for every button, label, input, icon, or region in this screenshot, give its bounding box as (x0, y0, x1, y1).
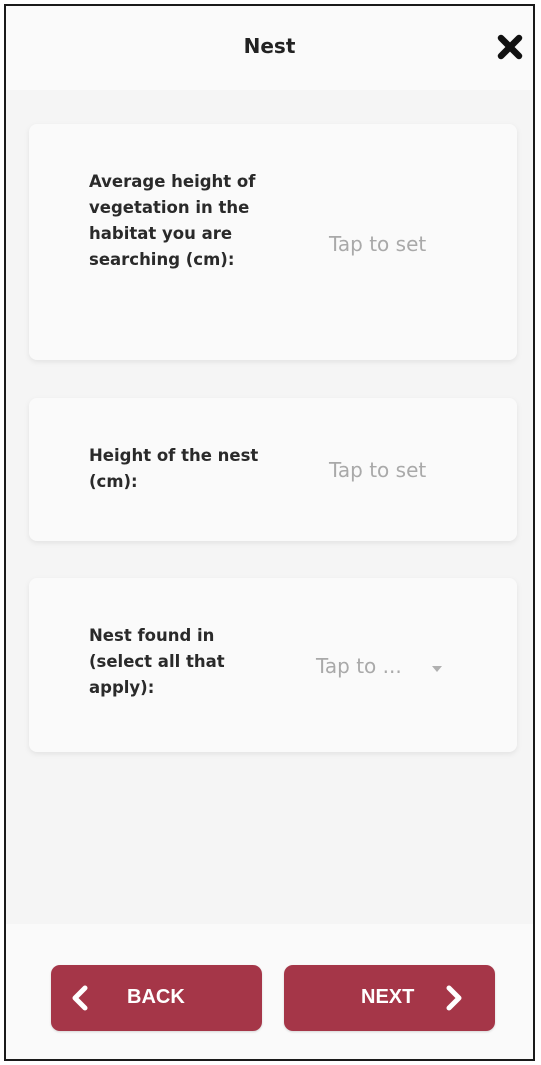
screen-frame: Nest Average height of vegetation in the… (4, 4, 535, 1061)
nest-found-in-dropdown[interactable]: Tap to ... (316, 654, 402, 678)
next-button-label: NEXT (361, 986, 415, 1008)
nest-height-value[interactable]: Tap to set (329, 458, 426, 482)
close-button[interactable] (495, 32, 525, 62)
back-button-label: BACK (127, 986, 185, 1008)
chevron-left-icon (72, 985, 88, 1011)
vegetation-height-value[interactable]: Tap to set (329, 232, 426, 256)
dropdown-arrow-icon (432, 666, 442, 672)
nest-found-in-label: Nest found in (select all that apply): (89, 626, 225, 697)
header-bar: Nest (6, 6, 533, 90)
vegetation-height-card[interactable]: Average height of vegetation in the habi… (29, 124, 517, 360)
chevron-right-icon (446, 985, 462, 1011)
nest-height-card[interactable]: Height of the nest (cm): Tap to set (29, 398, 517, 541)
back-button[interactable]: BACK (51, 965, 262, 1031)
next-button[interactable]: NEXT (284, 965, 495, 1031)
vegetation-height-label: Average height of vegetation in the habi… (89, 172, 256, 269)
nest-found-in-card[interactable]: Nest found in (select all that apply): T… (29, 578, 517, 752)
footer-bar: BACK NEXT (6, 924, 533, 1059)
page-title: Nest (243, 34, 296, 58)
close-x-icon (497, 34, 523, 60)
nest-height-label: Height of the nest (cm): (89, 446, 259, 491)
